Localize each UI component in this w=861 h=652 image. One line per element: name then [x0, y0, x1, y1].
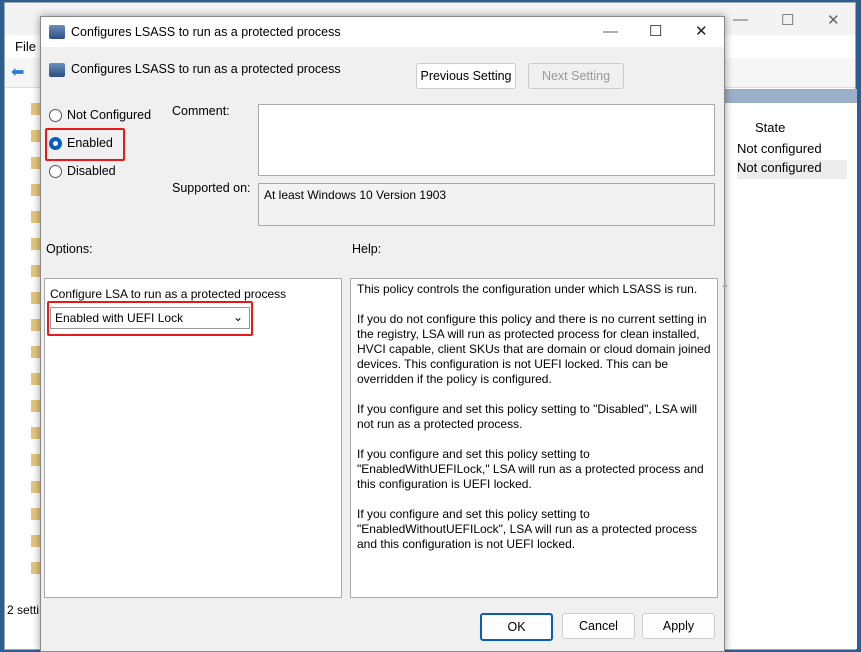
highlight-box — [47, 301, 253, 336]
minimize-icon[interactable]: — — [733, 11, 748, 28]
close-icon[interactable]: ✕ — [695, 22, 708, 40]
list-item[interactable]: Not configured — [737, 141, 847, 160]
comment-label: Comment: — [172, 104, 230, 118]
help-paragraph: If you configure and set this policy set… — [357, 402, 698, 431]
help-paragraph: This policy controls the configuration u… — [357, 282, 698, 296]
minimize-icon[interactable]: — — [603, 23, 618, 40]
setting-icon — [49, 63, 65, 77]
policy-icon — [49, 25, 65, 39]
option-label: Configure LSA to run as a protected proc… — [50, 287, 287, 301]
column-state[interactable]: State — [755, 120, 785, 135]
supported-on-value: At least Windows 10 Version 1903 — [258, 183, 715, 226]
help-paragraph: If you do not configure this policy and … — [357, 312, 711, 386]
help-pane: This policy controls the configuration u… — [350, 278, 729, 598]
comment-input[interactable] — [258, 104, 715, 176]
status-bar: 2 setti — [7, 603, 40, 617]
cancel-button[interactable]: Cancel — [562, 613, 635, 639]
menu-file[interactable]: File — [15, 39, 36, 54]
apply-button[interactable]: Apply — [642, 613, 715, 639]
policy-dialog: Configures LSASS to run as a protected p… — [40, 16, 729, 652]
supported-on-label: Supported on: — [172, 181, 251, 195]
radio-not-configured[interactable]: Not Configured — [49, 108, 151, 122]
radio-disabled[interactable]: Disabled — [49, 164, 116, 178]
list-item[interactable]: Not configured — [737, 160, 847, 179]
help-label: Help: — [352, 242, 382, 256]
help-paragraph: If you configure and set this policy set… — [357, 507, 698, 551]
back-arrow-icon[interactable]: ⬅ — [11, 62, 24, 82]
help-paragraph: If you configure and set this policy set… — [357, 447, 704, 491]
next-setting-button[interactable]: Next Setting — [528, 63, 624, 89]
close-icon[interactable]: ✕ — [827, 11, 840, 29]
dialog-title-bar: Configures LSASS to run as a protected p… — [41, 17, 724, 47]
maximize-icon[interactable]: ☐ — [781, 11, 794, 29]
settings-list: State Not configured Not configured — [725, 89, 857, 649]
dialog-title: Configures LSASS to run as a protected p… — [71, 25, 341, 39]
options-label: Options: — [46, 242, 93, 256]
previous-setting-button[interactable]: Previous Setting — [416, 63, 516, 89]
help-scrollbar[interactable]: ▲ — [717, 279, 733, 597]
ok-button[interactable]: OK — [480, 613, 553, 641]
maximize-icon[interactable]: ☐ — [649, 22, 662, 40]
highlight-box — [45, 128, 125, 161]
setting-header: Configures LSASS to run as a protected p… — [71, 62, 341, 76]
